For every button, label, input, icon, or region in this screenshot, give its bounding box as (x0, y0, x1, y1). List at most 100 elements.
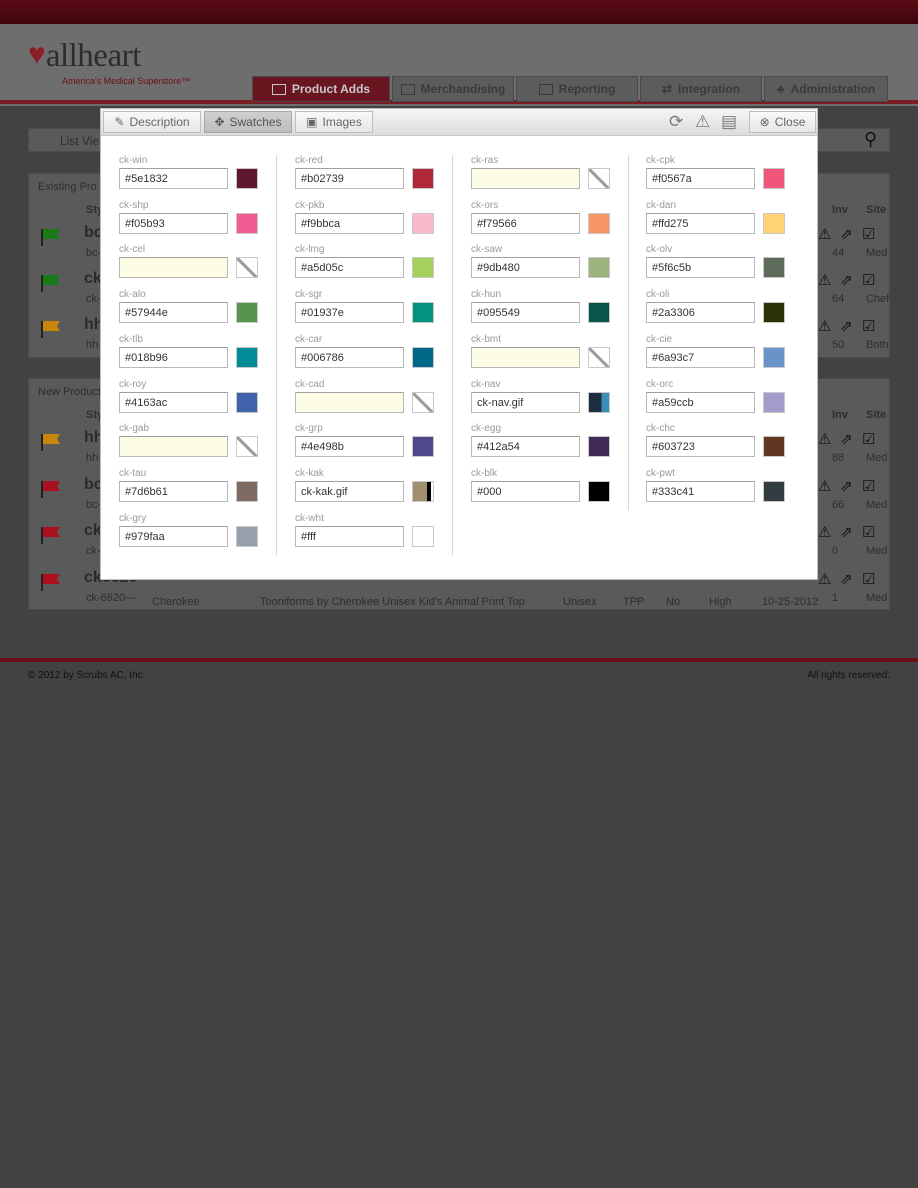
tab-administration[interactable]: ♣ Administration (764, 76, 888, 102)
row-type: TPP (623, 596, 645, 608)
warning-icon[interactable]: ⚠ (818, 317, 831, 335)
description-button[interactable]: ✎ Description (103, 111, 201, 133)
swatch-ck-pwt: ck-pwt (646, 468, 786, 508)
bar-chart-icon (538, 83, 553, 95)
swatch-label: ck-ors (471, 200, 499, 211)
swatch-color-input[interactable] (295, 213, 404, 234)
swatch-color-input[interactable] (295, 436, 404, 457)
swatch-color-input[interactable] (471, 257, 580, 278)
tab-reporting[interactable]: Reporting (516, 76, 638, 102)
swatch-ck-pkb: ck-pkb (295, 200, 435, 240)
checkbox-icon[interactable]: ☑ (862, 317, 875, 335)
swatch-color-input[interactable] (295, 257, 404, 278)
share-icon[interactable]: ⇗ (840, 225, 853, 243)
swatch-color-input[interactable] (119, 302, 228, 323)
swatch-color-input[interactable] (119, 213, 228, 234)
share-icon[interactable]: ⇗ (840, 430, 853, 448)
swatch-label: ck-grp (295, 423, 323, 434)
new-section-title: New Product (38, 386, 101, 398)
swatch-color-input[interactable] (646, 392, 755, 413)
search-box[interactable] (808, 128, 890, 152)
swatch-color-input[interactable] (471, 302, 580, 323)
photo-icon: ▣ (306, 115, 318, 129)
warning-icon[interactable]: ⚠ (818, 430, 831, 448)
share-icon[interactable]: ⇗ (840, 477, 853, 495)
tab-merchandising[interactable]: Merchandising (392, 76, 514, 102)
swatch-color-input[interactable] (646, 436, 755, 457)
swatch-label: ck-gab (119, 423, 150, 434)
swatch-color-input[interactable] (119, 481, 228, 502)
share-icon[interactable]: ⇗ (840, 271, 853, 289)
swatch-color-input[interactable] (295, 302, 404, 323)
swatch-color-input[interactable] (471, 347, 580, 368)
warning-icon[interactable]: ⚠ (818, 523, 831, 541)
swatch-color-input[interactable] (295, 347, 404, 368)
logo[interactable]: ♥ allheart America's Medical Superstore™ (28, 38, 190, 87)
swatch-color-input[interactable] (471, 481, 580, 502)
swatch-ck-tau: ck-tau (119, 468, 259, 508)
row-sku: ck-6620— (86, 591, 137, 604)
tab-integration[interactable]: ⇄ Integration (640, 76, 762, 102)
swatch-color-input[interactable] (471, 213, 580, 234)
top-bar (0, 0, 918, 24)
swatch-label: ck-wht (295, 513, 324, 524)
image-icon (271, 83, 286, 95)
refresh-icon[interactable]: ⟳ (669, 113, 683, 131)
share-icon[interactable]: ⇗ (840, 570, 853, 588)
warning-icon[interactable]: ⚠ (695, 113, 710, 131)
tab-product-adds[interactable]: Product Adds (252, 76, 390, 102)
swatch-color-input[interactable] (295, 526, 404, 547)
swatch-label: ck-oli (646, 289, 670, 300)
swatch-color-input[interactable] (471, 168, 580, 189)
warning-icon[interactable]: ⚠ (818, 477, 831, 495)
share-icon[interactable]: ⇗ (840, 317, 853, 335)
checkbox-icon[interactable]: ☑ (862, 477, 875, 495)
swatch-color-input[interactable] (119, 436, 228, 457)
swatches-button[interactable]: ✥ Swatches (204, 111, 292, 133)
share-icon[interactable]: ⇗ (840, 523, 853, 541)
col-site: Site (866, 204, 887, 216)
row-gender: Unisex (563, 596, 597, 608)
swatch-color-input[interactable] (119, 347, 228, 368)
checkbox-icon[interactable]: ☑ (862, 430, 875, 448)
search-icon[interactable]: ⚲ (864, 129, 877, 150)
swatch-color-input[interactable] (646, 257, 755, 278)
swatch-label: ck-pkb (295, 200, 325, 211)
swatch-ck-shp: ck-shp (119, 200, 259, 240)
logo-brand: allheart (45, 38, 141, 74)
checkbox-icon[interactable]: ☑ (862, 523, 875, 541)
swatch-color-input[interactable] (646, 213, 755, 234)
row-site: Med (866, 591, 888, 604)
swatch-color-input[interactable] (471, 392, 580, 413)
warning-icon[interactable]: ⚠ (818, 271, 831, 289)
swatch-color-input[interactable] (295, 481, 404, 502)
checkbox-icon[interactable]: ☑ (862, 271, 875, 289)
swatch-color-input[interactable] (646, 481, 755, 502)
swatch-color-input[interactable] (646, 168, 755, 189)
warning-icon[interactable]: ⚠ (818, 570, 831, 588)
swatch-color-input[interactable] (119, 392, 228, 413)
swatch-color-input[interactable] (119, 168, 228, 189)
save-icon[interactable]: ▤ (721, 113, 737, 131)
close-button[interactable]: ⊗ Close (749, 111, 816, 133)
swatch-ck-wht: ck-wht (295, 513, 435, 553)
swatch-color-input[interactable] (295, 392, 404, 413)
checkbox-icon[interactable]: ☑ (862, 225, 875, 243)
images-button[interactable]: ▣ Images (295, 111, 373, 133)
color-preview (763, 302, 785, 323)
swatch-ck-cad: ck-cad (295, 379, 435, 419)
tab-label: Product Adds (291, 82, 371, 96)
warning-icon[interactable]: ⚠ (818, 225, 831, 243)
row-level: High (709, 596, 732, 608)
swatch-color-input[interactable] (295, 168, 404, 189)
swatch-color-input[interactable] (119, 257, 228, 278)
swatch-color-input[interactable] (646, 347, 755, 368)
checkbox-icon[interactable]: ☑ (862, 570, 875, 588)
swatch-color-input[interactable] (471, 436, 580, 457)
swatch-color-input[interactable] (646, 302, 755, 323)
color-preview (412, 257, 434, 278)
swatch-color-input[interactable] (119, 526, 228, 547)
swatch-ck-orc: ck-orc (646, 379, 786, 419)
swatches-label: Swatches (229, 115, 282, 129)
swatch-label: ck-saw (471, 244, 503, 255)
